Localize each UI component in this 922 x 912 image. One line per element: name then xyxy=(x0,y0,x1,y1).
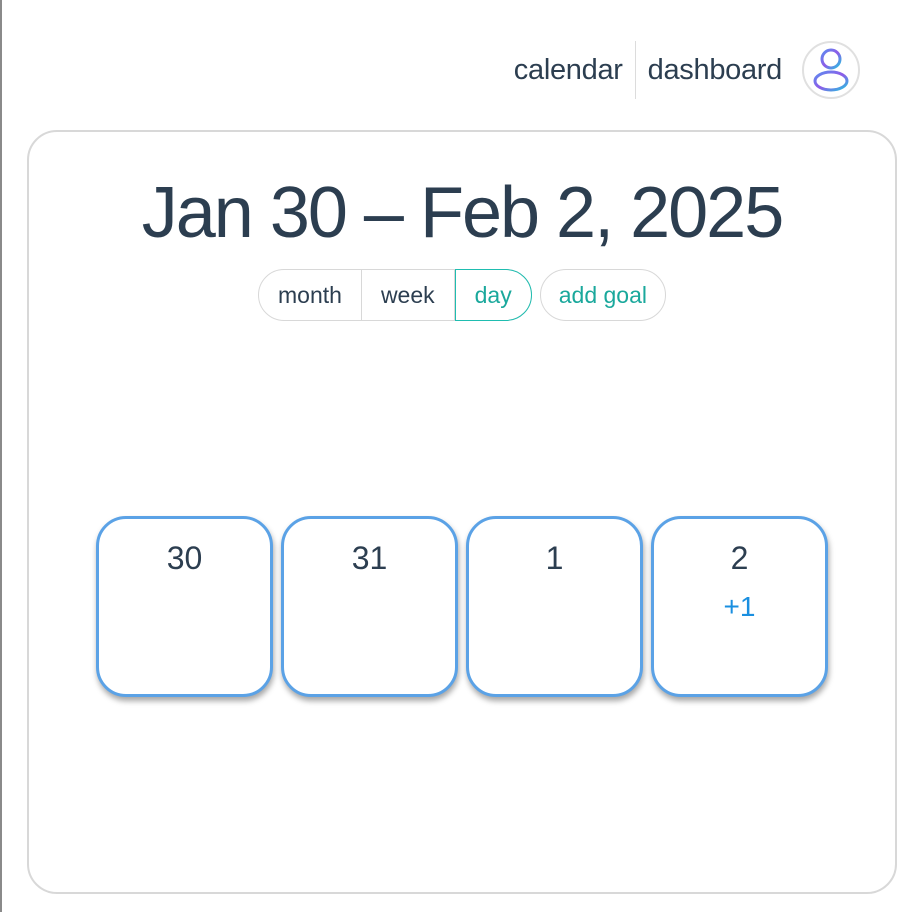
view-controls: month week day add goal xyxy=(29,269,895,321)
day-cell[interactable]: 30 xyxy=(96,516,273,697)
day-number: 30 xyxy=(166,540,203,576)
window-edge xyxy=(0,0,2,912)
more-events-count[interactable]: +1 xyxy=(724,591,756,623)
day-number: 31 xyxy=(351,540,388,576)
day-cell[interactable]: 1 xyxy=(466,516,643,697)
calendar-card: Jan 30 – Feb 2, 2025 month week day add … xyxy=(27,130,897,894)
date-range-title: Jan 30 – Feb 2, 2025 xyxy=(141,173,785,253)
user-icon xyxy=(813,48,849,92)
nav-dashboard-link[interactable]: dashboard xyxy=(636,40,794,100)
day-cell[interactable]: 2 +1 xyxy=(651,516,828,697)
day-number: 2 xyxy=(730,540,749,576)
view-week-button[interactable]: week xyxy=(362,270,455,320)
day-number: 1 xyxy=(545,540,564,576)
view-day-button[interactable]: day xyxy=(454,269,532,321)
day-cells: 30 31 1 2 +1 xyxy=(96,516,836,697)
view-month-button[interactable]: month xyxy=(259,270,362,320)
user-avatar-button[interactable] xyxy=(802,41,860,99)
add-goal-button[interactable]: add goal xyxy=(539,269,666,321)
top-navigation: calendar dashboard xyxy=(502,40,860,100)
view-switcher: month week day xyxy=(258,269,532,321)
day-cell[interactable]: 31 xyxy=(281,516,458,697)
nav-calendar-link[interactable]: calendar xyxy=(502,40,635,100)
